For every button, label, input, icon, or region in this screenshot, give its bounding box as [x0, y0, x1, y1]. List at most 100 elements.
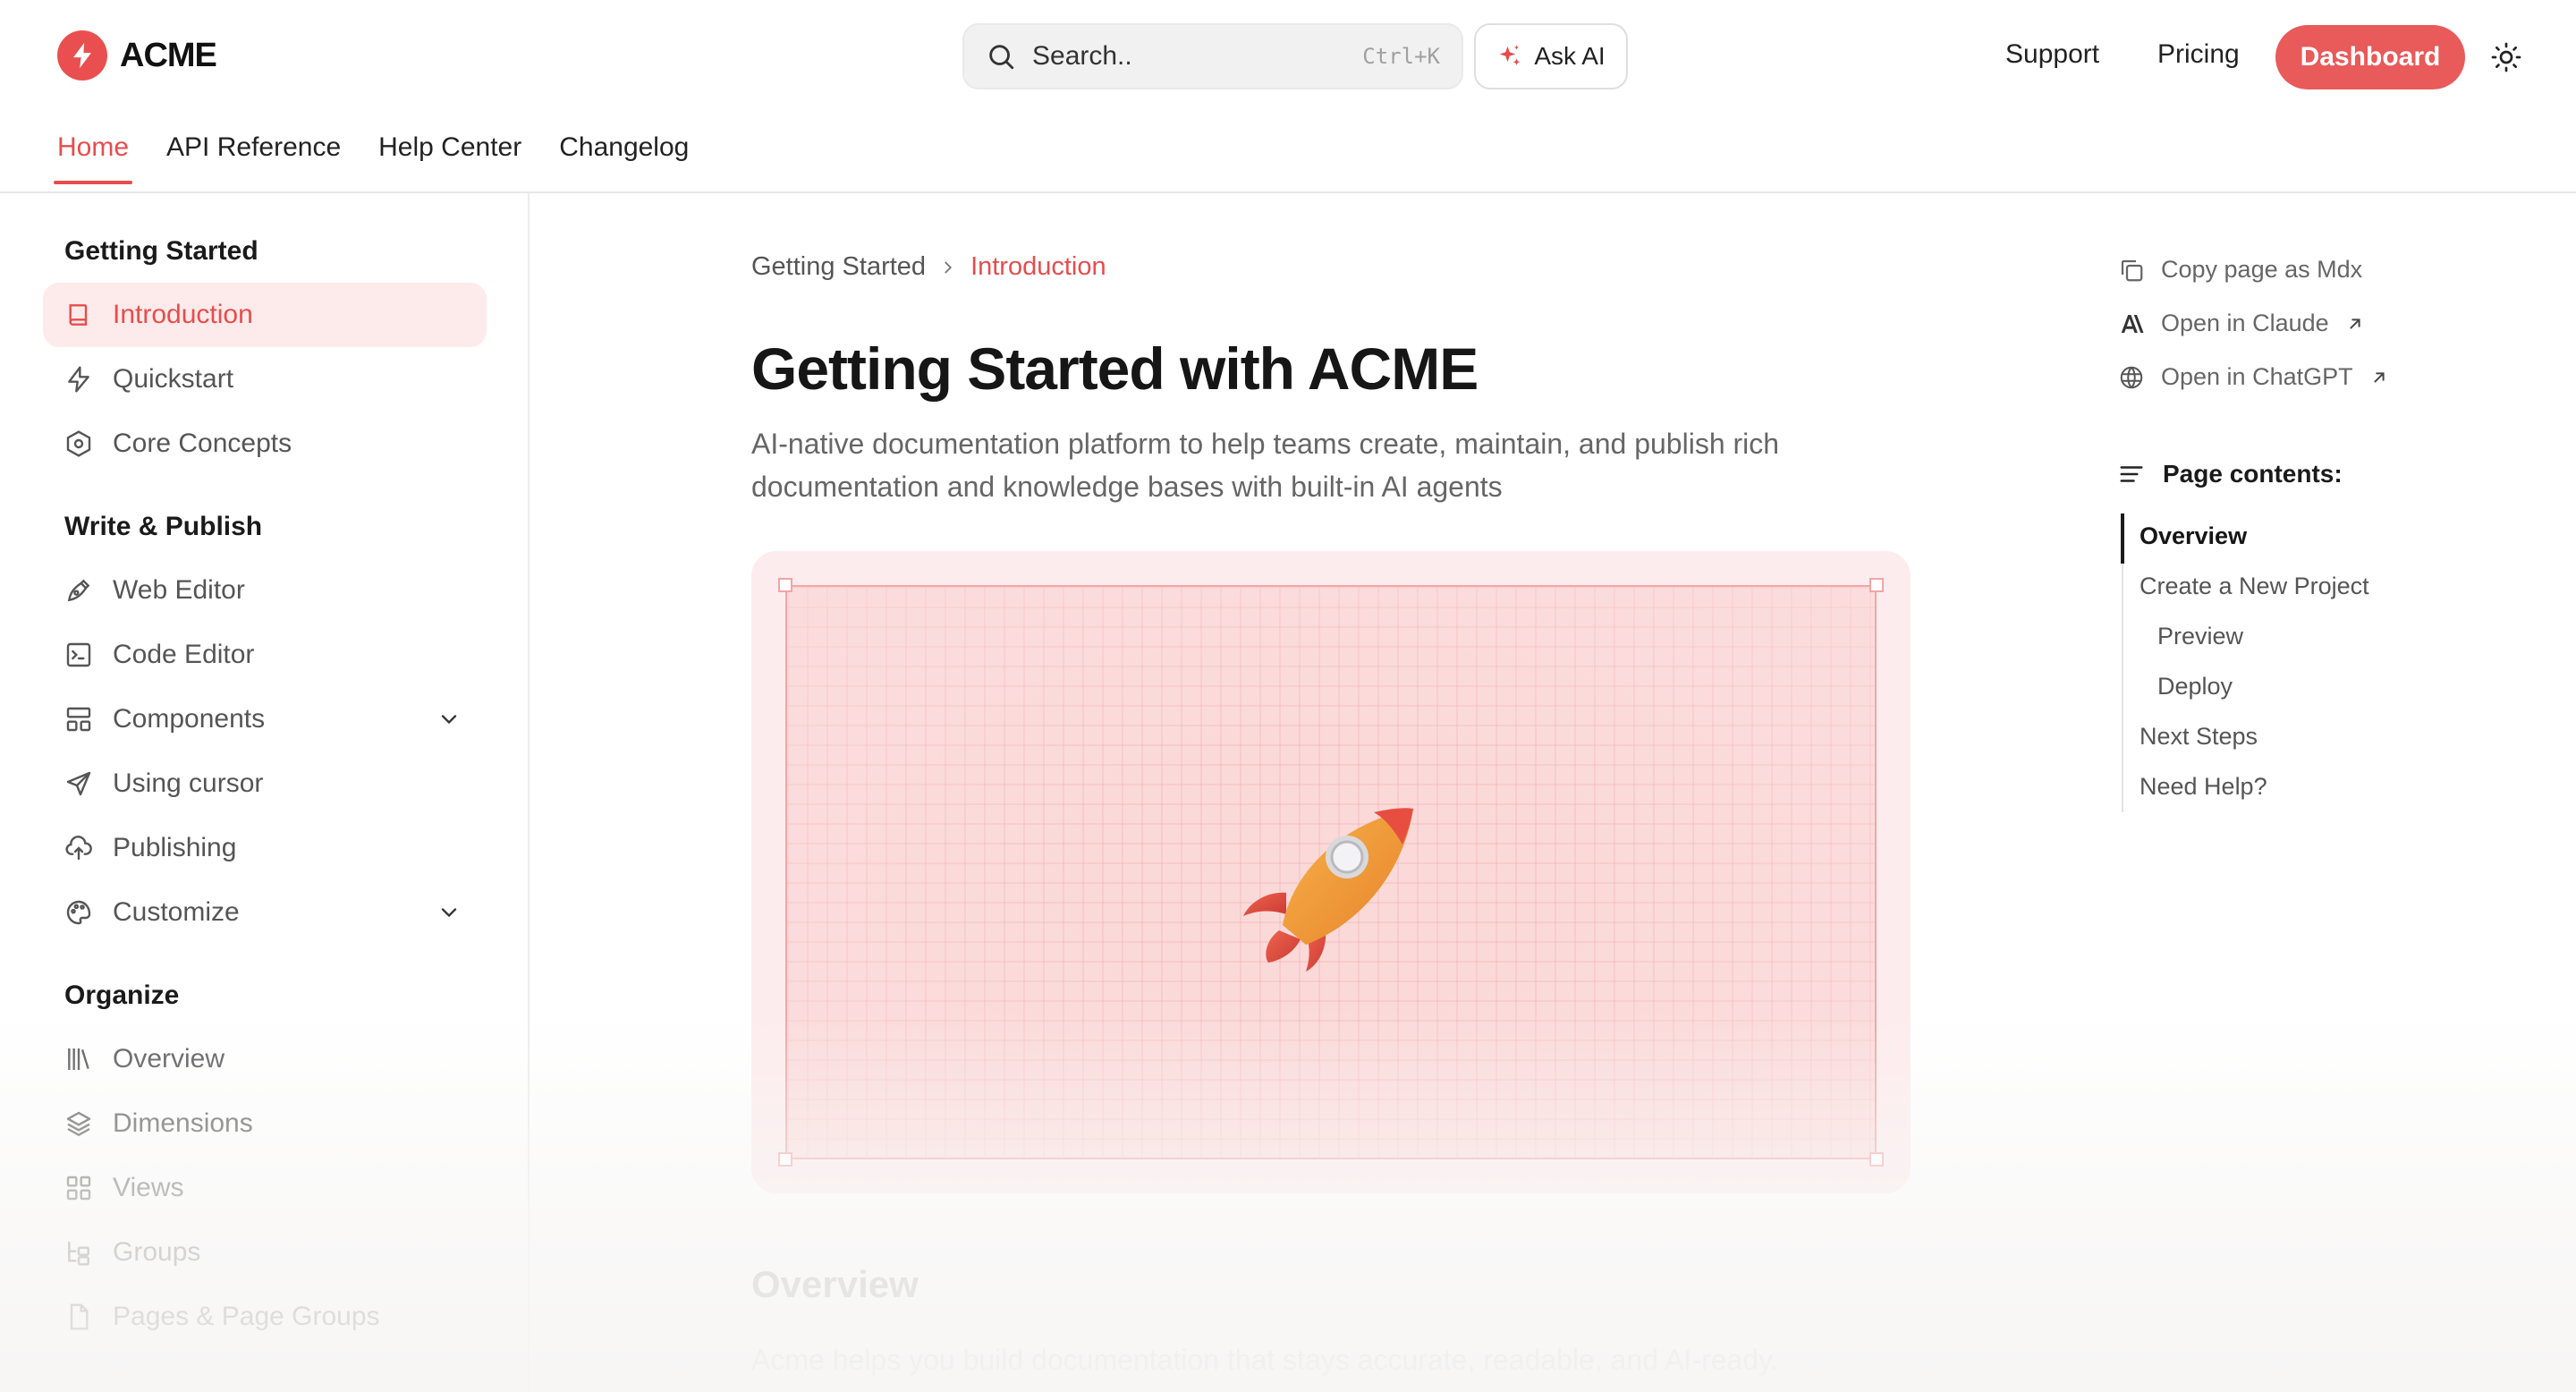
sidebar-item-publishing[interactable]: Publishing [43, 816, 487, 880]
layout-icon [66, 707, 91, 732]
search-shortcut: Ctrl+K [1362, 44, 1440, 69]
tab-help-center[interactable]: Help Center [378, 132, 521, 182]
chevron-down-icon[interactable] [436, 900, 462, 925]
search-icon [989, 45, 1014, 70]
open-in-claude-action[interactable]: Open in Claude [2118, 310, 2365, 337]
breadcrumb-current: Introduction [970, 252, 1106, 281]
copy-page-action[interactable]: Copy page as Mdx [2118, 256, 2362, 284]
page-title: Getting Started with ACME [751, 335, 1479, 402]
breadcrumb: Getting Started Introduction [751, 252, 1106, 282]
sidebar-item-label: Overview [113, 1044, 225, 1074]
toc-item-create-project[interactable]: Create a New Project [2140, 573, 2369, 600]
sidebar-item-label: Components [113, 704, 266, 734]
external-link-icon [2350, 318, 2360, 329]
list-icon [2120, 466, 2143, 482]
open-in-claude-label: Open in Claude [2161, 310, 2329, 336]
brand-logo[interactable]: ACME [57, 30, 217, 81]
rocket-illustration [1243, 808, 1413, 972]
zap-icon [68, 366, 89, 393]
tab-changelog[interactable]: Changelog [559, 132, 689, 182]
top-tabs: Home API Reference Help Center Changelog [53, 132, 689, 184]
top-header: ACME Search.. Ctrl+K Ask AI Support Pric… [0, 0, 2576, 193]
toc-heading: Page contents: [2118, 460, 2343, 488]
toc-item-next-steps[interactable]: Next Steps [2140, 723, 2258, 751]
send-icon [66, 771, 91, 796]
sidebar-item-label: Introduction [113, 300, 253, 329]
selection-handle [1869, 1152, 1884, 1167]
sidebar-item-web-editor[interactable]: Web Editor [43, 558, 487, 623]
sidebar-item-label: Views [113, 1173, 184, 1202]
sidebar-item-quickstart[interactable]: Quickstart [43, 347, 487, 412]
toc-item-deploy[interactable]: Deploy [2157, 673, 2233, 700]
sidebar-item-introduction[interactable]: Introduction [43, 283, 487, 347]
sidebar-item-overview[interactable]: Overview [43, 1027, 487, 1091]
sidebar-item-dimensions[interactable]: Dimensions [43, 1091, 487, 1156]
cloud-upload-icon [65, 836, 92, 861]
brand-name: ACME [120, 36, 217, 74]
external-link-icon [2374, 371, 2385, 383]
file-icon [70, 1303, 89, 1330]
tab-api-reference[interactable]: API Reference [166, 132, 341, 182]
toc-item-preview[interactable]: Preview [2157, 623, 2243, 650]
copy-page-label: Copy page as Mdx [2161, 256, 2363, 283]
sidebar-item-label: Code Editor [113, 640, 255, 669]
pricing-link[interactable]: Pricing [2157, 39, 2240, 70]
sidebar-item-views[interactable]: Views [43, 1156, 487, 1220]
copy-icon [2121, 259, 2143, 281]
sidebar-item-using-cursor[interactable]: Using cursor [43, 751, 487, 816]
sidebar-item-label: Dimensions [113, 1108, 253, 1138]
sidebar-item-label: Using cursor [113, 768, 264, 798]
sidebar-item-code-editor[interactable]: Code Editor [43, 623, 487, 687]
search-placeholder: Search.. [1032, 41, 1132, 71]
sidebar-item-label: Quickstart [113, 364, 234, 394]
ask-ai-label: Ask AI [1534, 42, 1606, 70]
sidebar-item-label: Publishing [113, 833, 237, 862]
palette-icon [66, 900, 91, 925]
sidebar-item-label: Web Editor [113, 575, 245, 605]
open-in-chatgpt-action[interactable]: Open in ChatGPT [2118, 363, 2389, 391]
sidebar: Getting Started Introduction Quickstart … [0, 193, 530, 1392]
sidebar-item-customize[interactable]: Customize [43, 880, 487, 945]
sidebar-item-groups[interactable]: Groups [43, 1220, 487, 1285]
toc-title: Page contents: [2163, 460, 2343, 488]
sidebar-item-label: Core Concepts [113, 429, 292, 458]
selection-handle [778, 578, 792, 592]
ask-ai-button[interactable]: Ask AI [1474, 23, 1628, 89]
support-link[interactable]: Support [2005, 39, 2099, 70]
tab-home[interactable]: Home [53, 132, 133, 184]
section-paragraph: Acme helps you build documentation that … [751, 1344, 1779, 1376]
sun-icon[interactable] [2490, 41, 2522, 73]
sidebar-section-title: Write & Publish [64, 512, 263, 541]
grid-icon [66, 1176, 91, 1201]
sparkle-icon [1500, 45, 1521, 65]
book-icon [69, 304, 88, 326]
layers-icon [66, 1111, 91, 1136]
toc-item-overview[interactable]: Overview [2140, 522, 2247, 550]
open-in-chatgpt-label: Open in ChatGPT [2161, 363, 2353, 390]
sidebar-section-title: Organize [64, 980, 180, 1010]
tree-icon [68, 1242, 89, 1266]
sidebar-item-label: Customize [113, 897, 240, 927]
sidebar-item-components[interactable]: Components [43, 687, 487, 751]
search-input[interactable]: Search.. Ctrl+K [962, 23, 1463, 89]
section-heading: Overview [751, 1263, 919, 1305]
sidebar-section-title: Getting Started [64, 236, 258, 266]
chevron-down-icon[interactable] [436, 707, 462, 732]
anthropic-icon [2121, 314, 2144, 333]
sidebar-item-core-concepts[interactable]: Core Concepts [43, 412, 487, 476]
sidebar-item-label: Pages & Page Groups [113, 1302, 380, 1331]
terminal-icon [66, 642, 91, 667]
chevron-right-icon [945, 261, 953, 273]
toc-item-need-help[interactable]: Need Help? [2140, 773, 2267, 801]
selection-handle [778, 1152, 792, 1167]
library-icon [68, 1048, 89, 1070]
selection-handle [1869, 578, 1884, 592]
dashboard-button[interactable]: Dashboard [2275, 25, 2465, 89]
lightning-icon [57, 30, 107, 81]
breadcrumb-parent[interactable]: Getting Started [751, 252, 926, 282]
page-subtitle: AI-native documentation platform to help… [751, 428, 1780, 503]
toc-active-indicator [2121, 514, 2124, 564]
sidebar-item-label: Groups [113, 1237, 201, 1267]
openai-icon [2120, 366, 2143, 388]
sidebar-item-pages-page-groups[interactable]: Pages & Page Groups [43, 1285, 487, 1349]
